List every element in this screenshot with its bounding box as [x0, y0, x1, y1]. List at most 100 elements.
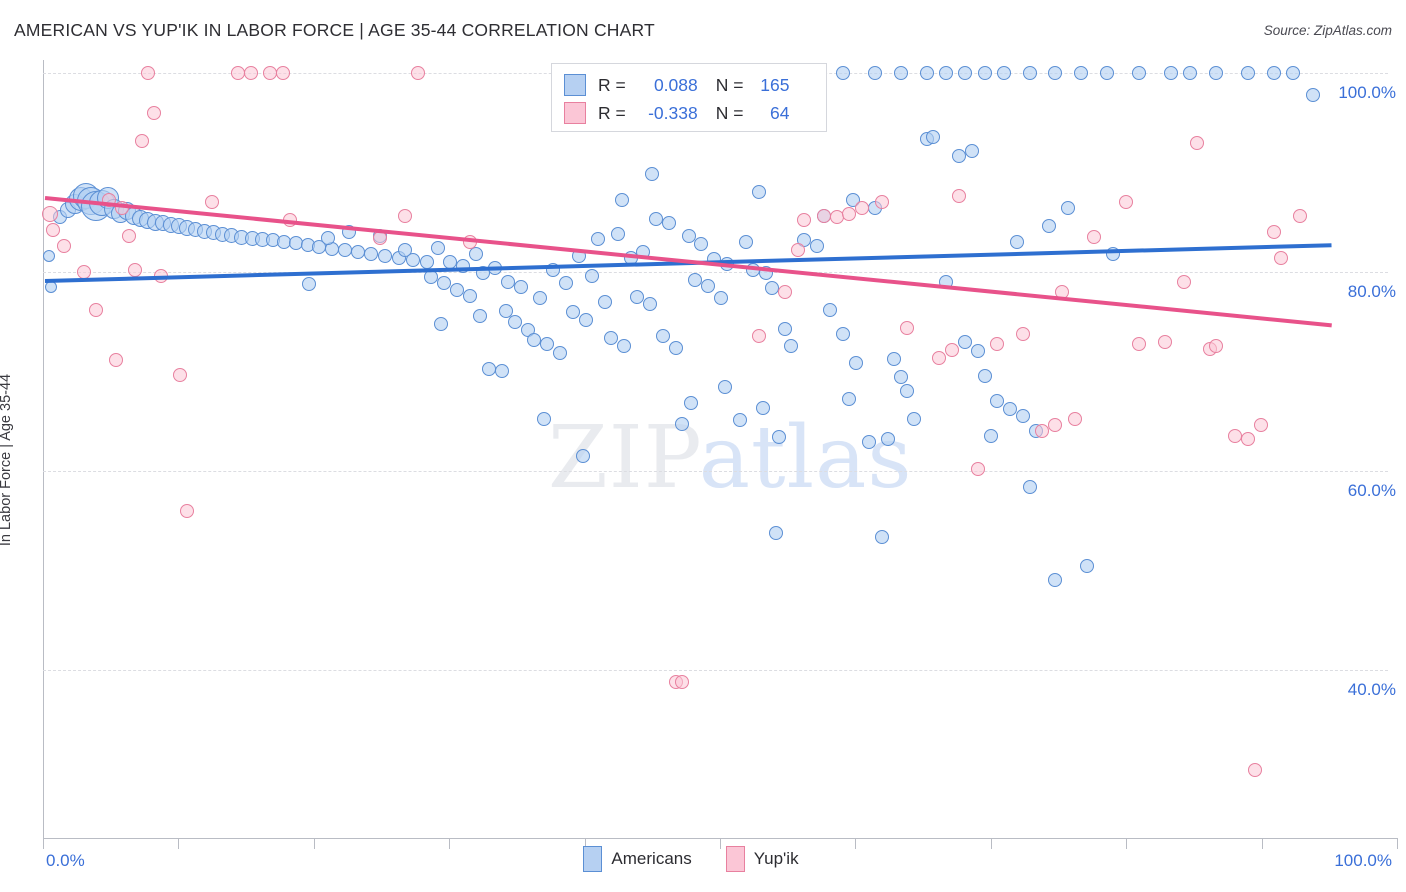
data-point-americans[interactable]	[584, 268, 599, 283]
data-point-yupik[interactable]	[398, 209, 413, 224]
data-point-yupik[interactable]	[57, 239, 72, 254]
data-point-yupik[interactable]	[1241, 432, 1256, 447]
data-point-americans[interactable]	[527, 332, 542, 347]
data-point-americans[interactable]	[675, 417, 690, 432]
data-point-americans[interactable]	[565, 304, 580, 319]
data-point-yupik[interactable]	[675, 674, 690, 689]
data-point-americans[interactable]	[752, 185, 767, 200]
data-point-americans[interactable]	[337, 243, 352, 258]
data-point-americans[interactable]	[694, 237, 709, 252]
data-point-yupik[interactable]	[797, 213, 812, 228]
data-point-americans[interactable]	[1080, 558, 1095, 573]
data-point-yupik[interactable]	[1176, 274, 1191, 289]
data-point-americans[interactable]	[575, 449, 590, 464]
data-point-americans[interactable]	[614, 193, 629, 208]
data-point-americans[interactable]	[977, 369, 992, 384]
data-point-americans[interactable]	[473, 308, 487, 323]
data-point-americans[interactable]	[810, 239, 825, 254]
data-point-americans[interactable]	[977, 66, 992, 80]
legend-item-yupik[interactable]: Yup'ik	[725, 846, 823, 872]
data-point-americans[interactable]	[668, 340, 683, 355]
data-point-americans[interactable]	[552, 345, 567, 360]
data-point-americans[interactable]	[835, 326, 850, 341]
data-point-americans[interactable]	[377, 249, 392, 264]
data-point-yupik[interactable]	[1067, 412, 1082, 427]
data-point-americans[interactable]	[848, 355, 863, 370]
data-point-yupik[interactable]	[147, 105, 162, 120]
data-point-yupik[interactable]	[231, 66, 246, 80]
data-point-americans[interactable]	[684, 396, 699, 411]
data-point-americans[interactable]	[1286, 66, 1301, 80]
data-point-americans[interactable]	[514, 279, 529, 294]
data-point-americans[interactable]	[958, 66, 973, 80]
data-point-americans[interactable]	[642, 296, 657, 311]
data-point-americans[interactable]	[893, 370, 908, 385]
data-point-americans[interactable]	[926, 129, 941, 144]
data-point-yupik[interactable]	[1267, 225, 1282, 240]
data-point-americans[interactable]	[769, 525, 784, 540]
data-point-yupik[interactable]	[855, 201, 870, 216]
data-point-yupik[interactable]	[140, 66, 155, 80]
data-point-americans[interactable]	[449, 282, 464, 297]
data-point-yupik[interactable]	[1189, 135, 1204, 150]
data-point-americans[interactable]	[951, 148, 966, 163]
data-point-americans[interactable]	[1022, 479, 1037, 494]
data-point-yupik[interactable]	[778, 284, 793, 299]
data-point-yupik[interactable]	[89, 302, 104, 317]
data-point-yupik[interactable]	[276, 66, 291, 80]
data-point-americans[interactable]	[617, 338, 632, 353]
data-point-yupik[interactable]	[134, 133, 149, 148]
data-point-americans[interactable]	[687, 272, 702, 287]
data-point-americans[interactable]	[771, 430, 786, 445]
data-point-yupik[interactable]	[900, 320, 915, 335]
data-point-americans[interactable]	[597, 294, 612, 309]
data-point-americans[interactable]	[420, 255, 435, 270]
data-point-americans[interactable]	[717, 380, 732, 395]
data-point-yupik[interactable]	[1157, 334, 1172, 349]
data-point-americans[interactable]	[938, 66, 953, 80]
data-point-americans[interactable]	[784, 338, 799, 353]
data-point-americans[interactable]	[1305, 87, 1320, 102]
data-point-yupik[interactable]	[108, 352, 123, 367]
data-point-americans[interactable]	[880, 432, 895, 447]
data-point-americans[interactable]	[655, 328, 670, 343]
data-point-yupik[interactable]	[1119, 195, 1134, 210]
data-point-americans[interactable]	[537, 412, 552, 427]
data-point-yupik[interactable]	[1209, 338, 1224, 353]
data-point-americans[interactable]	[1048, 573, 1063, 588]
data-point-americans[interactable]	[436, 275, 451, 290]
data-point-americans[interactable]	[765, 280, 780, 295]
data-point-yupik[interactable]	[45, 223, 60, 238]
data-point-americans[interactable]	[1061, 201, 1076, 216]
data-point-americans[interactable]	[964, 143, 979, 158]
data-point-americans[interactable]	[539, 336, 554, 351]
data-point-americans[interactable]	[494, 363, 509, 378]
data-point-americans[interactable]	[578, 312, 593, 327]
data-point-yupik[interactable]	[816, 209, 831, 224]
data-point-yupik[interactable]	[243, 66, 258, 80]
data-point-americans[interactable]	[1183, 66, 1198, 80]
data-point-americans[interactable]	[559, 275, 574, 290]
data-point-americans[interactable]	[893, 66, 908, 80]
data-point-americans[interactable]	[1009, 235, 1024, 250]
data-point-americans[interactable]	[842, 392, 857, 407]
data-point-yupik[interactable]	[945, 342, 960, 357]
data-point-yupik[interactable]	[790, 243, 805, 258]
data-point-americans[interactable]	[739, 235, 754, 250]
data-point-americans[interactable]	[1209, 66, 1224, 80]
data-point-yupik[interactable]	[411, 66, 426, 80]
legend-item-americans[interactable]: Americans	[583, 846, 715, 872]
data-point-americans[interactable]	[983, 429, 998, 444]
data-point-yupik[interactable]	[1048, 418, 1063, 433]
data-point-americans[interactable]	[835, 66, 850, 80]
data-point-americans[interactable]	[604, 330, 619, 345]
data-point-americans[interactable]	[919, 66, 934, 80]
data-point-americans[interactable]	[958, 334, 973, 349]
data-point-americans[interactable]	[887, 351, 902, 366]
data-point-yupik[interactable]	[1086, 230, 1101, 245]
data-point-yupik[interactable]	[1247, 762, 1262, 777]
data-point-yupik[interactable]	[128, 263, 143, 277]
data-point-americans[interactable]	[1164, 66, 1179, 80]
data-point-americans[interactable]	[591, 232, 606, 247]
data-point-yupik[interactable]	[205, 195, 220, 210]
